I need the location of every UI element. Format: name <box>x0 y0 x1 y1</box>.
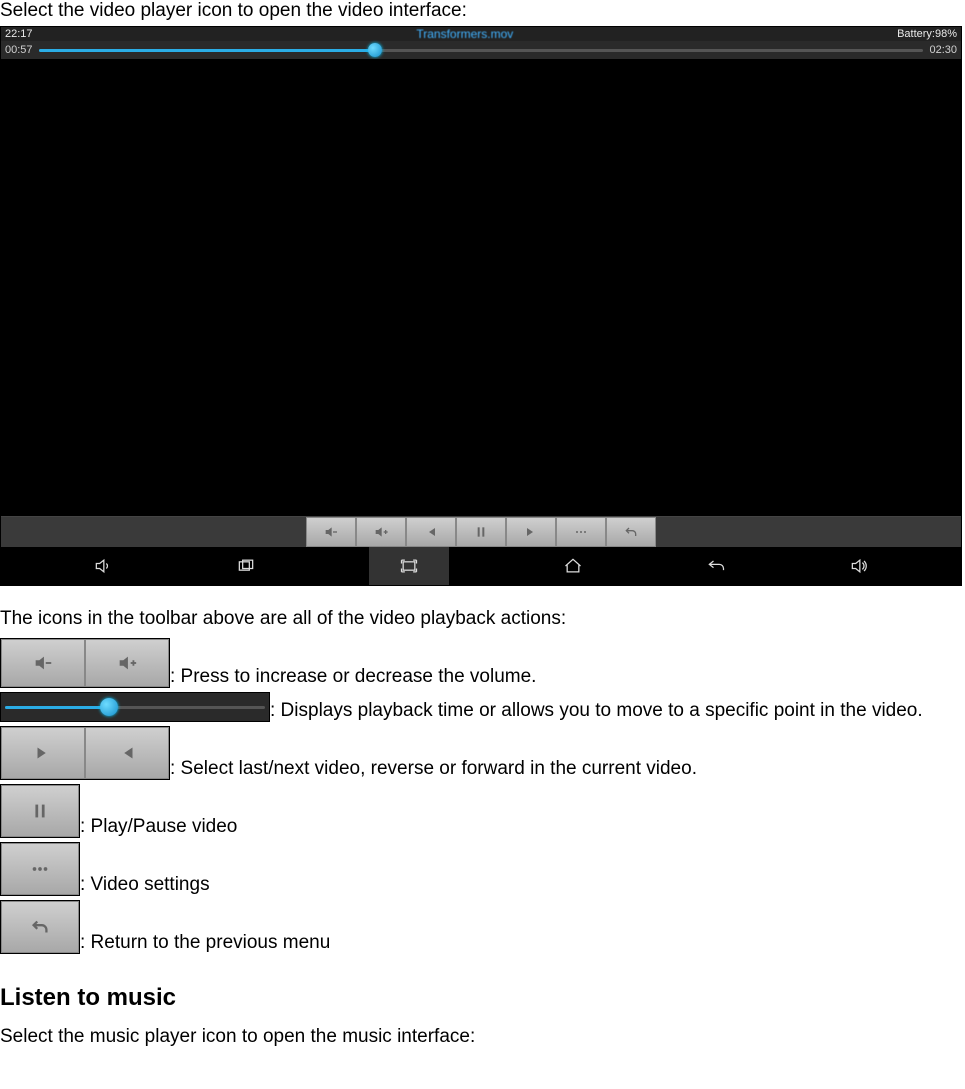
seek-thumb-icon <box>100 698 118 716</box>
pause-icon <box>1 785 79 837</box>
system-nav-bar <box>1 547 961 585</box>
volume-down-icon <box>1 639 85 687</box>
legend-volume-icon <box>0 638 170 688</box>
video-player-screenshot: 22:17 Transformers.mov Battery:98% 00:57… <box>0 26 962 586</box>
legend-settings-text: : Video settings <box>80 874 210 896</box>
legend-volume-text: : Press to increase or decrease the volu… <box>170 666 536 688</box>
volume-up-icon <box>85 639 169 687</box>
listen-to-music-heading: Listen to music <box>0 984 965 1012</box>
legend-seek-icon <box>0 692 270 722</box>
home-icon[interactable] <box>553 547 593 585</box>
legend-back-row: : Return to the previous menu <box>0 900 965 954</box>
back-nav-icon[interactable] <box>696 547 736 585</box>
settings-button[interactable] <box>556 517 606 547</box>
legend-seek-text: : Displays playback time or allows you t… <box>270 700 923 722</box>
playback-toolbar <box>1 516 961 547</box>
battery-label: Battery:98% <box>897 28 957 40</box>
seekbar-track-icon <box>5 706 265 709</box>
legend-pause-text: : Play/Pause video <box>80 816 237 838</box>
video-surface <box>1 59 961 547</box>
volume-up-icon[interactable] <box>839 547 879 585</box>
clock-label: 22:17 <box>5 28 33 40</box>
pause-button[interactable] <box>456 517 506 547</box>
screen-capture-icon[interactable] <box>369 547 449 585</box>
legend-skip-row: : Select last/next video, reverse or for… <box>0 726 965 780</box>
return-icon <box>1 901 79 953</box>
legend-volume-row: : Press to increase or decrease the volu… <box>0 638 965 688</box>
more-icon <box>1 843 79 895</box>
legend-back-text: : Return to the previous menu <box>80 932 330 954</box>
music-intro-text: Select the music player icon to open the… <box>0 1026 965 1048</box>
intro-text: Select the video player icon to open the… <box>0 0 965 22</box>
legend-skip-icon <box>0 726 170 780</box>
legend-pause-row: : Play/Pause video <box>0 784 965 838</box>
return-button[interactable] <box>606 517 656 547</box>
seek-bar[interactable]: 00:57 02:30 <box>1 41 961 59</box>
seek-thumb-icon[interactable] <box>368 43 382 57</box>
volume-down-button[interactable] <box>306 517 356 547</box>
seek-track[interactable] <box>39 49 924 52</box>
legend-settings-icon <box>0 842 80 896</box>
volume-down-icon[interactable] <box>83 547 123 585</box>
legend-settings-row: : Video settings <box>0 842 965 896</box>
previous-button[interactable] <box>406 517 456 547</box>
recent-apps-icon[interactable] <box>226 547 266 585</box>
legend-intro: The icons in the toolbar above are all o… <box>0 608 965 630</box>
legend-skip-text: : Select last/next video, reverse or for… <box>170 758 697 780</box>
legend-back-icon <box>0 900 80 954</box>
filename-label: Transformers.mov <box>416 27 513 41</box>
seek-progress <box>39 49 375 52</box>
previous-icon <box>85 727 169 779</box>
legend-seek-row: : Displays playback time or allows you t… <box>0 692 965 722</box>
next-button[interactable] <box>506 517 556 547</box>
next-icon <box>1 727 85 779</box>
time-total: 02:30 <box>929 44 957 56</box>
status-bar: 22:17 Transformers.mov Battery:98% <box>1 27 961 41</box>
legend-pause-icon <box>0 784 80 838</box>
volume-up-button[interactable] <box>356 517 406 547</box>
time-current: 00:57 <box>5 44 33 56</box>
